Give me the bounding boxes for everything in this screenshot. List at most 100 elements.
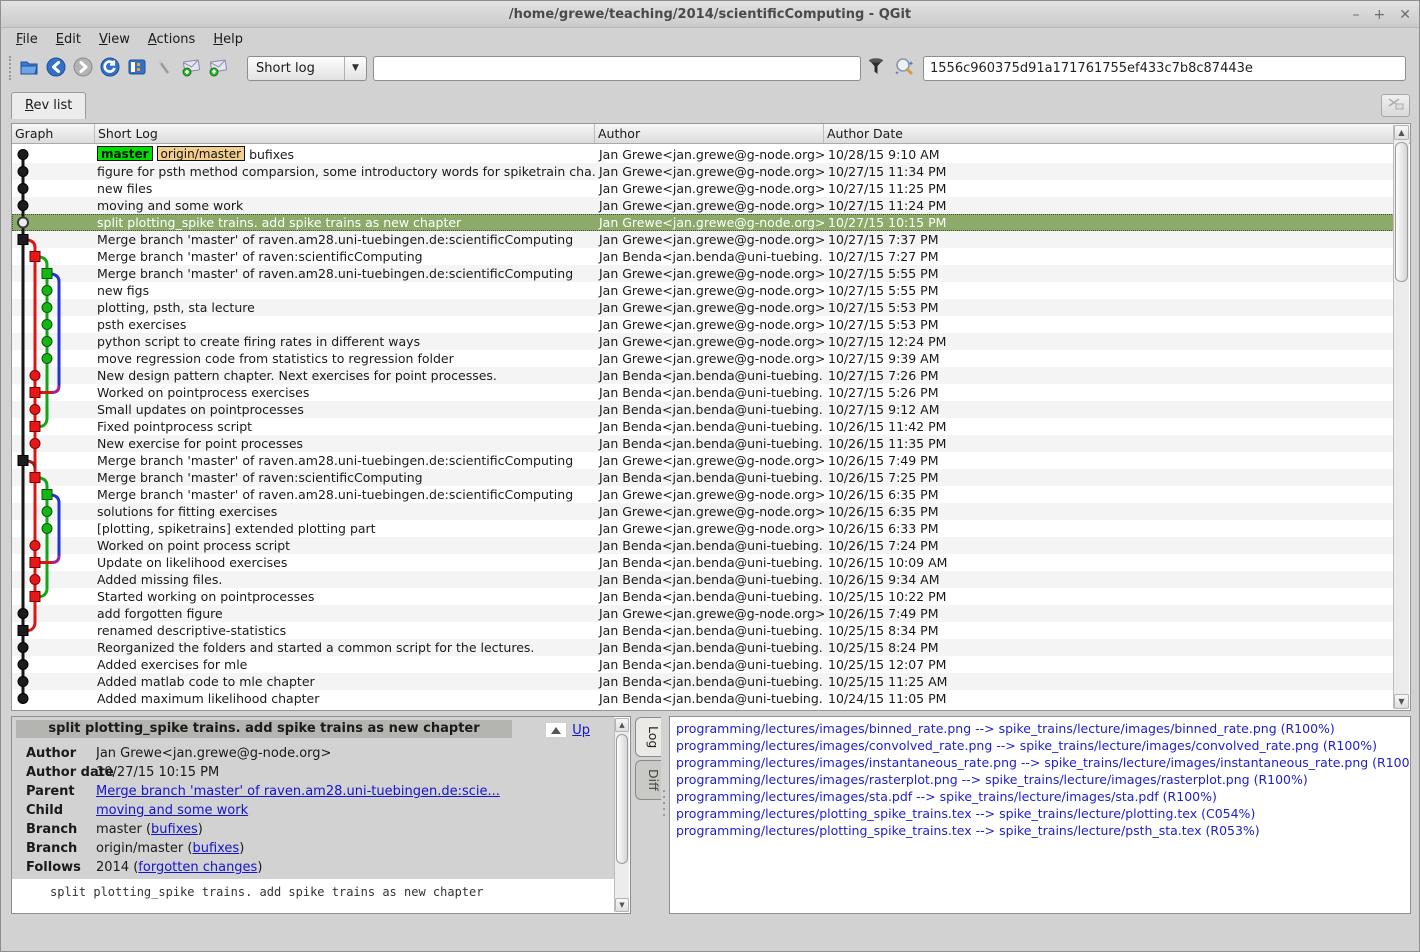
file-list-item[interactable]: programming/lectures/images/binned_rate.… <box>670 720 1410 737</box>
apply-patch-button[interactable] <box>204 55 231 82</box>
rev-row[interactable]: Merge branch 'master' of raven.am28.uni-… <box>12 452 1394 469</box>
rev-row[interactable]: Started working on pointprocessesJan Ben… <box>12 588 1394 605</box>
tab-diff[interactable]: Diff <box>635 760 661 800</box>
author-date-cell: 10/26/15 7:25 PM <box>824 469 1394 486</box>
splitter-handle[interactable] <box>663 790 665 816</box>
back-button[interactable] <box>42 55 69 82</box>
field-link[interactable]: moving and some work <box>96 803 248 818</box>
graph-cell <box>12 452 95 469</box>
tab-log[interactable]: Log <box>635 717 661 757</box>
rev-row[interactable]: move regression code from statistics to … <box>12 350 1394 367</box>
up-link[interactable]: Up <box>572 723 590 738</box>
column-header-short-log[interactable]: Short Log <box>95 124 595 143</box>
rev-row[interactable]: Worked on point process scriptJan Benda<… <box>12 537 1394 554</box>
rev-row[interactable]: Reorganized the folders and started a co… <box>12 639 1394 656</box>
author-cell: Jan Grewe<jan.grewe@g-node.org> <box>595 299 824 316</box>
scrollbar-thumb[interactable] <box>1395 142 1408 282</box>
rev-row[interactable]: Added maximum likelihood chapterJan Bend… <box>12 690 1394 707</box>
details-scroll-down-icon[interactable]: ▼ <box>615 898 629 912</box>
rev-row[interactable]: new filesJan Grewe<jan.grewe@g-node.org>… <box>12 180 1394 197</box>
author-cell: Jan Grewe<jan.grewe@g-node.org> <box>595 605 824 622</box>
rev-row[interactable]: [plotting, spiketrains] extended plottin… <box>12 520 1394 537</box>
file-list-item[interactable]: programming/lectures/images/rasterplot.p… <box>670 771 1410 788</box>
graph-cell <box>12 316 95 333</box>
menu-help[interactable]: Help <box>204 28 252 51</box>
title-bar[interactable]: /home/grewe/teaching/2014/scientificComp… <box>1 1 1419 28</box>
rev-row[interactable]: python script to create firing rates in … <box>12 333 1394 350</box>
rev-row[interactable]: Merge branch 'master' of raven.am28.uni-… <box>12 265 1394 282</box>
graph-cell <box>12 163 95 180</box>
column-header-graph[interactable]: Graph <box>12 124 95 143</box>
rev-row[interactable]: moving and some workJan Grewe<jan.grewe@… <box>12 197 1394 214</box>
side-tab-bar: Log Diff <box>635 717 663 803</box>
highlight-search-button[interactable] <box>891 55 917 82</box>
file-list-item[interactable]: programming/lectures/images/sta.pdf --> … <box>670 788 1410 805</box>
menu-file[interactable]: File <box>7 28 47 51</box>
save-patch-button[interactable] <box>177 55 204 82</box>
rev-row[interactable]: renamed descriptive-statisticsJan Benda<… <box>12 622 1394 639</box>
rev-row[interactable]: Added matlab code to mle chapterJan Bend… <box>12 673 1394 690</box>
minimize-button[interactable]: – <box>1353 8 1360 22</box>
rev-row[interactable]: plotting, psth, sta lectureJan Grewe<jan… <box>12 299 1394 316</box>
rev-list-scrollbar[interactable]: ▲ ▼ <box>1393 125 1409 709</box>
rev-row[interactable]: Merge branch 'master' of raven.am28.uni-… <box>12 486 1394 503</box>
rev-row[interactable]: split plotting_spike trains. add spike t… <box>12 214 1394 231</box>
wand-button[interactable] <box>150 55 177 82</box>
rev-row[interactable]: Merge branch 'master' of raven:scientifi… <box>12 469 1394 486</box>
tab-rev-list[interactable]: Rev list <box>11 92 86 119</box>
field-label: Branch <box>12 820 96 839</box>
view-toggle-button[interactable] <box>123 55 150 82</box>
rev-row[interactable]: Small updates on pointprocessesJan Benda… <box>12 401 1394 418</box>
field-link[interactable]: forgotten changes <box>138 860 257 875</box>
file-list-item[interactable]: programming/lectures/images/convolved_ra… <box>670 737 1410 754</box>
author-date-cell: 10/26/15 9:34 AM <box>824 571 1394 588</box>
graph-cell <box>12 384 95 401</box>
rev-row[interactable]: Merge branch 'master' of raven:scientifi… <box>12 248 1394 265</box>
up-arrow-icon[interactable] <box>545 722 567 738</box>
menu-edit[interactable]: Edit <box>47 28 90 51</box>
menu-actions[interactable]: Actions <box>139 28 205 51</box>
column-header-author-date[interactable]: Author Date <box>824 124 1410 143</box>
search-input[interactable] <box>373 56 861 81</box>
close-button[interactable]: ✕ <box>1399 8 1411 22</box>
filter-button[interactable] <box>863 55 889 82</box>
sha-input[interactable] <box>923 56 1406 81</box>
scroll-up-icon[interactable]: ▲ <box>1394 125 1409 140</box>
rev-row[interactable]: New exercise for point processesJan Bend… <box>12 435 1394 452</box>
details-scroll-up-icon[interactable]: ▲ <box>615 718 629 732</box>
file-list-item[interactable]: programming/lectures/images/instantaneou… <box>670 754 1410 771</box>
rev-row[interactable]: Added missing files.Jan Benda<jan.benda@… <box>12 571 1394 588</box>
details-scrollbar[interactable]: ▲ ▼ <box>614 718 629 912</box>
tab-corner-button[interactable] <box>1381 94 1410 117</box>
rev-row[interactable]: Worked on pointprocess exercisesJan Bend… <box>12 384 1394 401</box>
rev-row[interactable]: solutions for fitting exercisesJan Grewe… <box>12 503 1394 520</box>
rev-row[interactable]: Fixed pointprocess scriptJan Benda<jan.b… <box>12 418 1394 435</box>
menu-view[interactable]: View <box>90 28 139 51</box>
file-list-item[interactable]: programming/lectures/plotting_spike_trai… <box>670 822 1410 839</box>
scroll-down-icon[interactable]: ▼ <box>1394 694 1409 709</box>
file-list-item[interactable]: programming/lectures/plotting_spike_trai… <box>670 805 1410 822</box>
graph-cell <box>12 214 95 231</box>
rev-row[interactable]: masterorigin/masterbufixesJan Grewe<jan.… <box>12 146 1394 163</box>
open-repository-button[interactable] <box>15 55 42 82</box>
rev-row[interactable]: add forgotten figureJan Grewe<jan.grewe@… <box>12 605 1394 622</box>
field-link[interactable]: bufixes <box>151 822 198 837</box>
rev-row[interactable]: psth exercisesJan Grewe<jan.grewe@g-node… <box>12 316 1394 333</box>
log-view-select[interactable]: Short log ▼ <box>247 56 367 81</box>
maximize-button[interactable]: + <box>1374 8 1386 22</box>
author-cell: Jan Benda<jan.benda@uni-tuebing... <box>595 367 824 384</box>
rev-row[interactable]: figure for psth method comparsion, some … <box>12 163 1394 180</box>
field-link[interactable]: bufixes <box>192 841 239 856</box>
rev-row[interactable]: New design pattern chapter. Next exercis… <box>12 367 1394 384</box>
rev-row[interactable]: Merge branch 'master' of raven.am28.uni-… <box>12 231 1394 248</box>
rev-row[interactable]: Added exercises for mleJan Benda<jan.ben… <box>12 656 1394 673</box>
rev-row[interactable]: Update on likelihood exercisesJan Benda<… <box>12 554 1394 571</box>
rev-row[interactable]: new figsJan Grewe<jan.grewe@g-node.org>1… <box>12 282 1394 299</box>
up-control[interactable]: Up <box>545 722 590 738</box>
short-log-cell: split plotting_spike trains. add spike t… <box>95 214 595 231</box>
refresh-button[interactable] <box>96 55 123 82</box>
column-header-author[interactable]: Author <box>595 124 824 143</box>
field-link[interactable]: Merge branch 'master' of raven.am28.uni-… <box>96 784 500 799</box>
forward-button[interactable] <box>69 55 96 82</box>
details-scrollbar-thumb[interactable] <box>616 734 628 864</box>
